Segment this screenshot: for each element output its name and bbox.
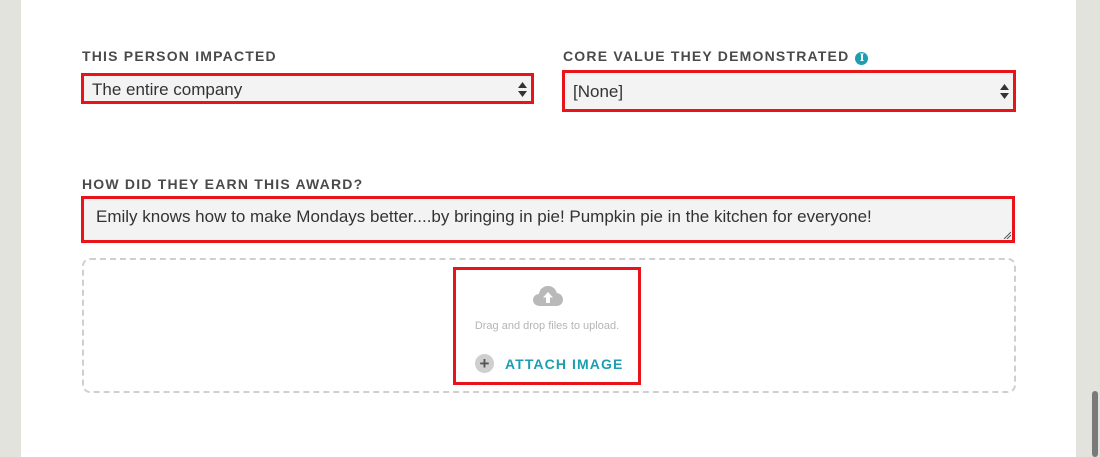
core-value-select-value: [None] [573, 82, 624, 101]
core-value-label-text: CORE VALUE THEY DEMONSTRATED [563, 48, 850, 64]
scrollbar-thumb[interactable] [1092, 391, 1098, 457]
cloud-upload-icon [533, 286, 563, 306]
award-reason-textarea[interactable]: Emily knows how to make Mondays better..… [81, 196, 1015, 243]
resize-grip-icon[interactable] [1003, 231, 1011, 239]
scrollbar-track[interactable] [1080, 0, 1100, 457]
attach-image-label: ATTACH IMAGE [505, 355, 624, 372]
upload-hint: Drag and drop files to upload. [474, 320, 620, 332]
plus-circle-icon: + [475, 354, 494, 373]
impacted-label: THIS PERSON IMPACTED [82, 48, 277, 64]
info-icon[interactable]: i [855, 52, 869, 65]
core-value-select[interactable]: [None] [562, 70, 1016, 112]
impacted-select[interactable]: The entire company [81, 73, 534, 104]
impacted-select-value: The entire company [92, 80, 243, 99]
select-arrows-icon [1000, 84, 1009, 99]
upload-area[interactable]: Drag and drop files to upload. + ATTACH … [453, 267, 641, 385]
select-arrows-icon [518, 82, 527, 97]
core-value-label: CORE VALUE THEY DEMONSTRATED i [563, 48, 869, 65]
award-reason-label: HOW DID THEY EARN THIS AWARD? [82, 176, 364, 192]
award-reason-text: Emily knows how to make Mondays better..… [96, 207, 872, 226]
attach-image-button[interactable]: + ATTACH IMAGE [475, 354, 623, 373]
